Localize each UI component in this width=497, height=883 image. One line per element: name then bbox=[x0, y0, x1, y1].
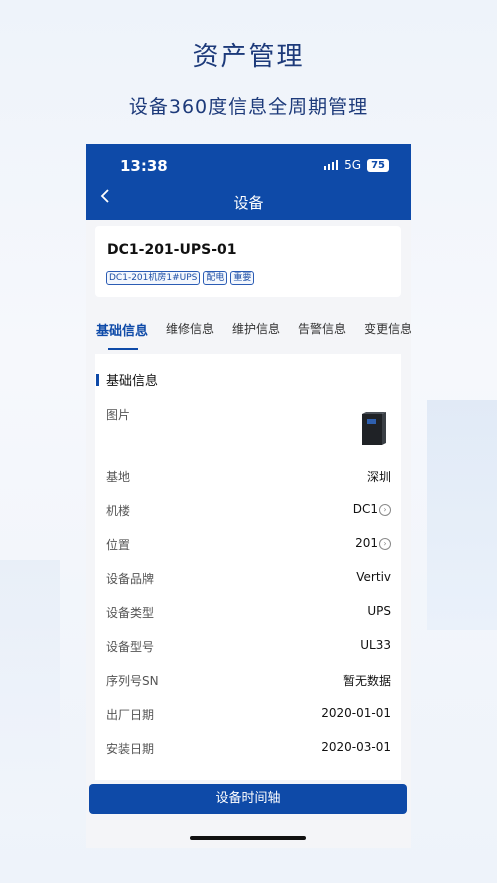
field-label: 设备型号 bbox=[106, 640, 155, 654]
field-row-manufacture-date: 出厂日期 2020-01-01 bbox=[106, 704, 391, 726]
field-label: 安装日期 bbox=[106, 742, 155, 756]
app-header: 13:38 5G 75 设备 bbox=[86, 144, 411, 220]
field-label: 设备类型 bbox=[106, 606, 155, 620]
field-label: 位置 bbox=[106, 538, 131, 552]
field-value: UL33 bbox=[360, 638, 391, 652]
tag-location: DC1-201机房1#UPS bbox=[106, 271, 201, 285]
status-time: 13:38 bbox=[120, 157, 168, 175]
chevron-right-icon: › bbox=[379, 538, 391, 550]
phone-screen: 13:38 5G 75 设备 DC1-201-UPS-01 DC1-201机房1… bbox=[86, 144, 411, 848]
field-label: 序列号SN bbox=[106, 674, 159, 688]
page-title: 设备 bbox=[233, 194, 264, 212]
field-label: 出厂日期 bbox=[106, 708, 155, 722]
promo-subtitle: 设备360度信息全周期管理 bbox=[128, 96, 369, 118]
tag-priority: 重要 bbox=[230, 271, 255, 285]
battery-icon: 75 bbox=[367, 158, 389, 172]
field-label: 图片 bbox=[106, 408, 131, 422]
tab-basic-info[interactable]: 基础信息 bbox=[96, 320, 148, 352]
tab-change-info[interactable]: 变更信息 bbox=[364, 320, 411, 352]
field-row-image: 图片 bbox=[106, 404, 391, 426]
status-indicators: 5G 75 bbox=[324, 158, 389, 172]
field-row-install-date: 安装日期 2020-03-01 bbox=[106, 738, 391, 760]
home-indicator[interactable] bbox=[190, 836, 306, 840]
promo-title: 资产管理 bbox=[192, 42, 305, 72]
field-row-model: 设备型号 UL33 bbox=[106, 636, 391, 658]
device-timeline-button[interactable]: 设备时间轴 bbox=[89, 784, 407, 814]
device-name: DC1-201-UPS-01 bbox=[107, 242, 237, 258]
field-value: 2020-03-01 bbox=[321, 740, 391, 754]
field-value: 深圳 bbox=[366, 470, 391, 484]
tab-repair-info[interactable]: 维修信息 bbox=[166, 320, 214, 352]
field-value: DC1 bbox=[352, 502, 378, 516]
background-decoration bbox=[0, 560, 60, 820]
chevron-right-icon: › bbox=[379, 504, 391, 516]
tag-category: 配电 bbox=[203, 271, 228, 285]
network-label: 5G bbox=[344, 158, 362, 172]
tab-alarm-info[interactable]: 告警信息 bbox=[298, 320, 346, 352]
background-decoration bbox=[427, 400, 497, 630]
field-row-type: 设备类型 UPS bbox=[106, 602, 391, 624]
field-label: 设备品牌 bbox=[106, 572, 155, 586]
device-tags: DC1-201机房1#UPS 配电 重要 bbox=[106, 271, 255, 285]
field-label: 机楼 bbox=[106, 504, 131, 518]
field-value: Vertiv bbox=[356, 570, 391, 584]
section-title: 基础信息 bbox=[106, 374, 159, 389]
field-label: 基地 bbox=[106, 470, 131, 484]
basic-info-panel: 基础信息 图片 基地 深圳 机楼 DC1 › 位置 201 › 设备品牌 Verti… bbox=[95, 354, 401, 780]
field-row-building[interactable]: 机楼 DC1 › bbox=[106, 500, 391, 522]
field-value: 暂无数据 bbox=[342, 674, 391, 688]
field-row-base: 基地 深圳 bbox=[106, 466, 391, 488]
field-row-location[interactable]: 位置 201 › bbox=[106, 534, 391, 556]
field-value: 201 bbox=[355, 536, 378, 550]
field-row-brand: 设备品牌 Vertiv bbox=[106, 568, 391, 590]
tab-bar: 基础信息 维修信息 维护信息 告警信息 变更信息 bbox=[86, 320, 411, 352]
field-row-serial: 序列号SN 暂无数据 bbox=[106, 670, 391, 692]
signal-icon bbox=[324, 160, 339, 170]
tab-maintenance-info[interactable]: 维护信息 bbox=[232, 320, 280, 352]
field-value: UPS bbox=[367, 604, 391, 618]
field-value: 2020-01-01 bbox=[321, 706, 391, 720]
device-photo[interactable] bbox=[361, 412, 387, 446]
section-marker bbox=[96, 374, 99, 386]
device-card: DC1-201-UPS-01 DC1-201机房1#UPS 配电 重要 bbox=[95, 226, 401, 297]
